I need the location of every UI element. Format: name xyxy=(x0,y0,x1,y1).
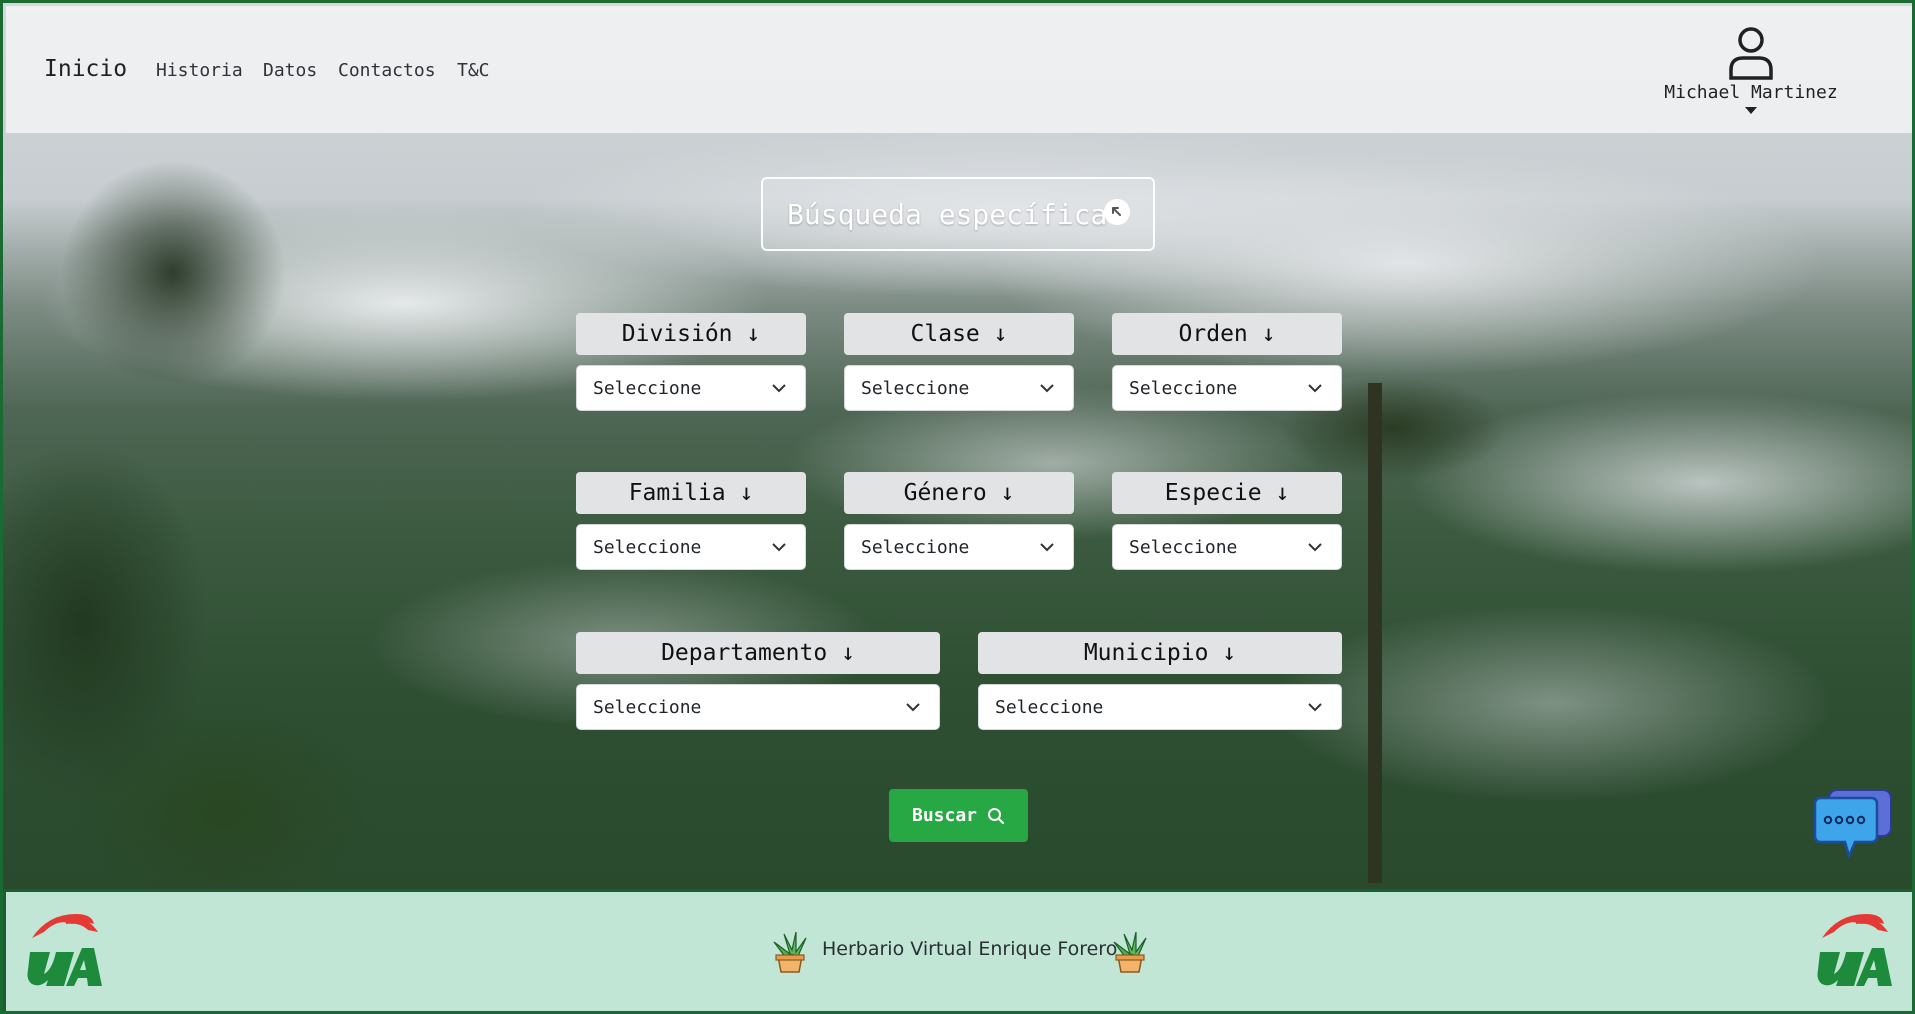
filter-label: Familia ↓ xyxy=(576,472,806,514)
plant-icon xyxy=(1113,931,1147,973)
filter-label: Municipio ↓ xyxy=(978,632,1342,674)
chevron-down-icon xyxy=(1040,543,1054,552)
footer-title: Herbario Virtual Enrique Forero xyxy=(822,938,1118,960)
select-value: Seleccione xyxy=(593,377,702,399)
select-value: Seleccione xyxy=(593,536,702,558)
user-name: Michael Martinez xyxy=(1664,82,1838,103)
nav-link-historia[interactable]: Historia xyxy=(156,60,243,81)
filter-familia: Familia ↓ Seleccione xyxy=(576,472,806,570)
university-logo xyxy=(1817,914,1892,986)
filter-label: Clase ↓ xyxy=(844,313,1074,355)
nav-link-datos[interactable]: Datos xyxy=(263,60,317,81)
filter-label: Especie ↓ xyxy=(1112,472,1342,514)
filter-label: División ↓ xyxy=(576,313,806,355)
orden-select[interactable]: Seleccione xyxy=(1112,365,1342,411)
arrow-up-left-icon[interactable] xyxy=(1104,199,1130,225)
chat-bubble-icon[interactable] xyxy=(1811,786,1895,866)
filter-municipio: Municipio ↓ Seleccione xyxy=(978,632,1342,730)
chevron-down-icon xyxy=(1040,384,1054,393)
filter-departamento: Departamento ↓ Seleccione xyxy=(576,632,940,730)
clase-select[interactable]: Seleccione xyxy=(844,365,1074,411)
plant-icon xyxy=(773,931,807,973)
departamento-select[interactable]: Seleccione xyxy=(576,684,940,730)
select-value: Seleccione xyxy=(861,377,970,399)
university-logo xyxy=(27,914,102,986)
filter-orden: Orden ↓ Seleccione xyxy=(1112,313,1342,411)
select-value: Seleccione xyxy=(1129,377,1238,399)
search-icon xyxy=(988,807,1005,824)
chevron-down-icon xyxy=(772,543,786,552)
filter-especie: Especie ↓ Seleccione xyxy=(1112,472,1342,570)
filter-clase: Clase ↓ Seleccione xyxy=(844,313,1074,411)
footer: Herbario Virtual Enrique Forero xyxy=(6,892,1912,1011)
select-value: Seleccione xyxy=(995,696,1104,718)
nav-link-tyc[interactable]: T&C xyxy=(457,60,490,81)
filter-genero: Género ↓ Seleccione xyxy=(844,472,1074,570)
page-frame: Inicio Historia Datos Contactos T&C Mich… xyxy=(0,0,1915,1014)
page-title-text: Búsqueda específica xyxy=(787,197,1108,231)
background-foliage xyxy=(3,103,433,889)
chevron-down-icon xyxy=(1308,384,1322,393)
select-value: Seleccione xyxy=(593,696,702,718)
caret-down-icon[interactable] xyxy=(1745,107,1757,114)
division-select[interactable]: Seleccione xyxy=(576,365,806,411)
chevron-down-icon xyxy=(1308,543,1322,552)
search-button[interactable]: Buscar xyxy=(889,789,1028,842)
chevron-down-icon xyxy=(772,384,786,393)
filter-division: División ↓ Seleccione xyxy=(576,313,806,411)
user-menu[interactable]: Michael Martinez xyxy=(1656,26,1846,126)
chevron-down-icon xyxy=(906,703,920,712)
familia-select[interactable]: Seleccione xyxy=(576,524,806,570)
filter-label: Género ↓ xyxy=(844,472,1074,514)
especie-select[interactable]: Seleccione xyxy=(1112,524,1342,570)
filter-label: Departamento ↓ xyxy=(576,632,940,674)
page-title: Búsqueda específica xyxy=(761,177,1155,251)
select-value: Seleccione xyxy=(1129,536,1238,558)
select-value: Seleccione xyxy=(861,536,970,558)
user-icon xyxy=(1729,27,1773,80)
background-palm-trunk xyxy=(1368,383,1382,883)
search-button-label: Buscar xyxy=(911,805,978,826)
navbar: Inicio Historia Datos Contactos T&C Mich… xyxy=(6,6,1912,133)
chevron-down-icon xyxy=(1308,703,1322,712)
nav-brand-inicio[interactable]: Inicio xyxy=(44,56,127,82)
genero-select[interactable]: Seleccione xyxy=(844,524,1074,570)
filter-label: Orden ↓ xyxy=(1112,313,1342,355)
municipio-select[interactable]: Seleccione xyxy=(978,684,1342,730)
nav-link-contactos[interactable]: Contactos xyxy=(338,60,436,81)
